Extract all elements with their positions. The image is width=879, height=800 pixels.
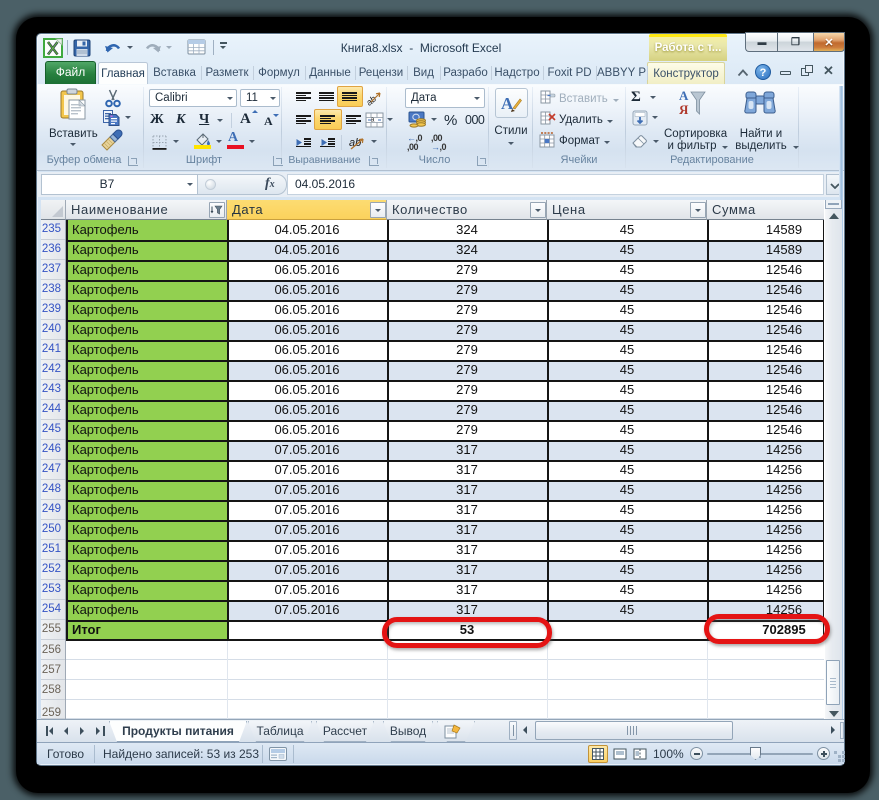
svg-text:А: А bbox=[679, 88, 689, 103]
svg-text:a: a bbox=[371, 117, 375, 124]
svg-text:ab: ab bbox=[349, 137, 361, 149]
svg-text:Я: Я bbox=[679, 102, 689, 117]
